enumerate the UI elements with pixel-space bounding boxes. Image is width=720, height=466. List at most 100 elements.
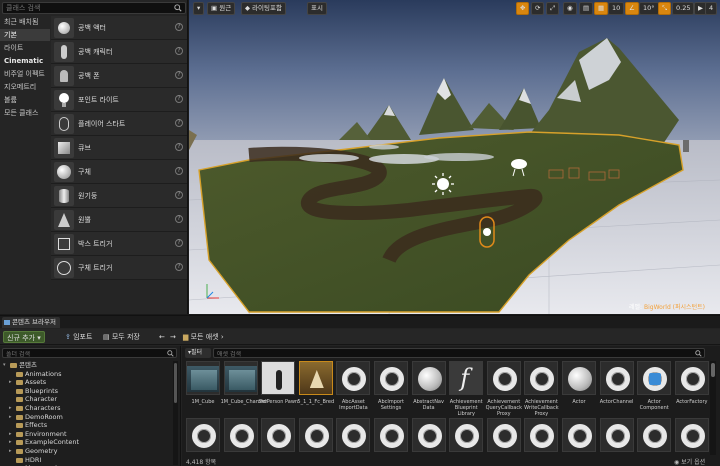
asset-tile[interactable]: Actor [562,361,596,417]
translate-tool-icon[interactable]: ✥ [516,2,530,15]
asset-tile[interactable]: 3rdPerson Pawn [258,361,298,417]
class-search-box[interactable] [2,2,186,14]
actor-item[interactable]: 구체? [51,160,187,184]
folder-tree-item[interactable]: Character [0,395,172,404]
asset-tile[interactable]: AbcImport Settings [374,361,408,417]
help-icon[interactable]: ? [175,71,183,79]
help-icon[interactable]: ? [175,239,183,247]
asset-tile[interactable] [486,418,521,454]
asset-tile[interactable]: Achievement WriteCallback Proxy [524,361,559,417]
help-icon[interactable]: ? [175,23,183,31]
asset-tile[interactable] [637,418,672,454]
asset-tile[interactable]: 5_1_1_Fc_Bred [297,361,334,417]
category-item[interactable]: 지오메트리 [0,81,50,93]
scrollbar-thumb[interactable] [174,363,177,403]
asset-tile[interactable]: Actor Component [637,361,672,417]
folder-tree-item[interactable]: ▸ ExampleContent [0,438,172,447]
asset-tile[interactable]: AbstractNav Data [411,361,446,417]
asset-tile[interactable] [336,418,371,454]
asset-tile[interactable] [524,418,559,454]
viewport-scene[interactable] [189,0,720,314]
level-viewport[interactable]: ▾ ▣ 원근 ◆ 라이팅포함 표시 ✥ ⟳ ⤢ ◉ ▤ ▦ 10 ∠ 10° ⤡… [189,0,720,314]
actor-item[interactable]: 원뿔? [51,208,187,232]
asset-tile[interactable] [374,418,408,454]
search-icon[interactable] [167,350,174,357]
asset-tile[interactable] [562,418,596,454]
save-all-button[interactable]: ▤ 모두 저장 [100,331,143,343]
add-new-button[interactable]: 신규 추가 ▾ [3,331,45,343]
folder-tree-item[interactable]: ▸ Geometry [0,447,172,456]
scale-tool-icon[interactable]: ⤢ [546,2,560,15]
category-item[interactable]: 라이트 [0,42,50,54]
help-icon[interactable]: ? [175,215,183,223]
category-item[interactable]: 모든 클래스 [0,107,50,119]
rotation-snap-icon[interactable]: ∠ [625,2,639,15]
asset-tile[interactable] [411,418,446,454]
rotate-tool-icon[interactable]: ⟳ [531,2,545,15]
filter-button[interactable]: ▾필터 [185,348,211,358]
class-search-input[interactable] [3,3,169,13]
category-item[interactable]: Cinematic [0,55,50,67]
grid-snap-icon[interactable]: ▦ [594,2,609,15]
expand-arrow-icon[interactable]: ▾ [3,361,6,370]
asset-tile[interactable]: 1M_Cube_Chamfer [221,361,268,417]
category-item[interactable]: 기본 [0,29,50,41]
show-button[interactable]: 표시 [307,2,327,15]
expand-arrow-icon[interactable]: ▸ [9,404,12,413]
asset-search-box[interactable] [213,348,705,359]
actor-item[interactable]: 공백 폰? [51,64,187,88]
asset-tile[interactable]: f Achievement Blueprint Library [449,361,484,417]
actor-item[interactable]: 원기둥? [51,184,187,208]
scrollbar-thumb[interactable] [711,363,715,377]
scale-snap-value[interactable]: 0.25 [672,2,695,15]
expand-arrow-icon[interactable]: ▸ [9,378,12,387]
actor-item[interactable]: 박스 트리거? [51,232,187,256]
folder-tree-item[interactable]: ▸ Environment [0,430,172,439]
surface-snap-icon[interactable]: ▤ [579,2,594,15]
asset-tile[interactable] [599,418,634,454]
asset-tile[interactable] [674,418,709,454]
perspective-button[interactable]: ▣ 원근 [207,2,236,15]
asset-tile[interactable]: ActorChannel [599,361,634,417]
help-icon[interactable]: ? [175,119,183,127]
expand-arrow-icon[interactable]: ▸ [9,430,12,439]
search-icon[interactable] [695,350,702,357]
folder-tree-item[interactable]: ▸ Assets [0,378,172,387]
actor-item[interactable]: 포인트 라이트? [51,88,187,112]
asset-tile[interactable]: AbcAsset ImportData [336,361,371,417]
folder-tree-item[interactable]: ▸ DemoRoom [0,413,172,422]
actor-item[interactable]: 플레이어 스타트? [51,112,187,136]
actor-item[interactable]: 큐브? [51,136,187,160]
asset-tile[interactable] [298,418,333,454]
category-item[interactable]: 볼륨 [0,94,50,106]
search-icon[interactable] [174,4,182,12]
grid-snap-value[interactable]: 10 [608,2,625,15]
scale-snap-icon[interactable]: ⤡ [658,2,672,15]
forward-arrow-icon[interactable]: → [167,331,179,343]
view-mode-button[interactable]: ◆ 라이팅포함 [241,2,286,15]
asset-tile[interactable]: ActorFactory [674,361,709,417]
category-item[interactable]: 비주얼 이펙트 [0,68,50,80]
content-browser-tab[interactable]: 콘텐츠 브라우저 [2,317,60,328]
folder-tree-item[interactable]: Effects [0,421,172,430]
folder-tree-item[interactable]: ▾ 콘텐츠 [0,361,172,370]
help-icon[interactable]: ? [175,191,183,199]
rotation-snap-value[interactable]: 10° [639,2,659,15]
asset-scrollbar[interactable] [710,361,716,455]
expand-arrow-icon[interactable]: ▸ [9,447,12,456]
asset-tile[interactable]: 1M_Cube [186,361,220,417]
asset-tile[interactable] [449,418,484,454]
help-icon[interactable]: ? [175,167,183,175]
folder-search-box[interactable] [2,348,177,359]
breadcrumb[interactable]: ▆ 모든 애셋 › [183,331,224,343]
folder-search-input[interactable] [3,350,163,359]
folder-tree-item[interactable]: Blueprints [0,387,172,396]
folder-tree-item[interactable]: Animations [0,370,172,379]
asset-tile[interactable] [261,418,296,454]
asset-tile[interactable] [223,418,258,454]
help-icon[interactable]: ? [175,143,183,151]
actor-item[interactable]: 공백 액터? [51,16,187,40]
actor-item[interactable]: 공백 캐릭터? [51,40,187,64]
world-local-icon[interactable]: ◉ [563,2,577,15]
asset-tile[interactable]: Achievement QueryCallback Proxy [486,361,522,417]
